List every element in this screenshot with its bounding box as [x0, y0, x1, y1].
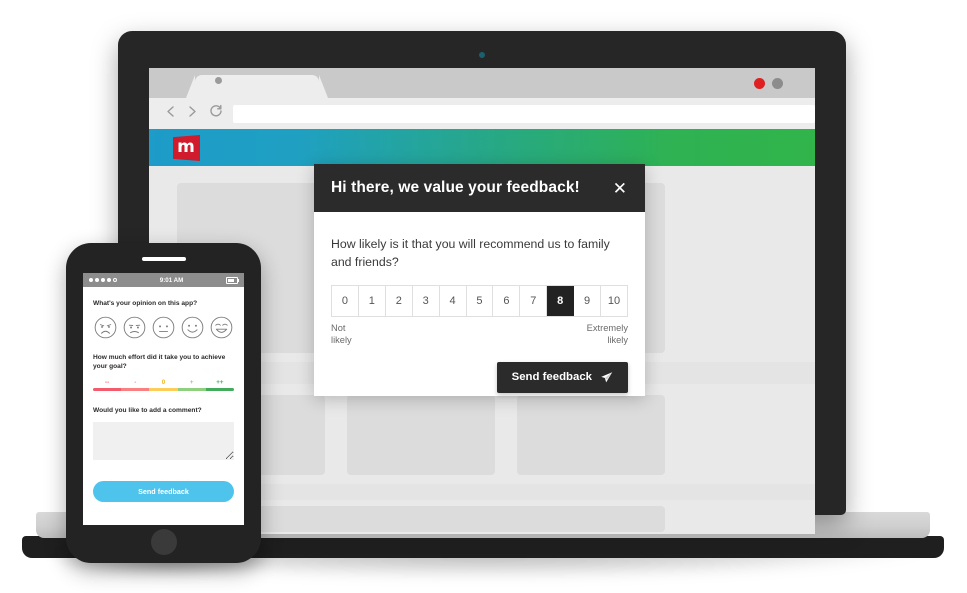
window-controls: [754, 78, 801, 89]
nps-option-7[interactable]: 7: [520, 285, 548, 316]
nps-option-2[interactable]: 2: [385, 285, 413, 316]
paper-plane-icon: [601, 372, 613, 383]
content-placeholder-block: [517, 395, 665, 475]
browser-titlebar: [149, 68, 815, 98]
nps-option-1[interactable]: 1: [358, 285, 386, 316]
phone-screen: 9:01 AM What's your opinion on this app?: [83, 273, 244, 525]
phone-device: 9:01 AM What's your opinion on this app?: [66, 243, 261, 563]
comment-textarea[interactable]: [93, 422, 234, 461]
modal-body: How likely is it that you will recommend…: [314, 212, 645, 393]
phone-question-opinion: What's your opinion on this app?: [93, 300, 198, 307]
phone-send-feedback-button[interactable]: Send feedback: [93, 481, 234, 503]
site-logo-letter: m: [177, 137, 195, 157]
webcam-icon: [479, 52, 485, 58]
nps-legend-low-line1: Not: [331, 322, 346, 333]
signal-dots-icon: [89, 278, 117, 282]
reload-icon[interactable]: [209, 104, 223, 118]
site-header: m: [149, 129, 815, 166]
feedback-modal: Hi there, we value your feedback! ✕ How …: [314, 164, 645, 396]
send-feedback-button[interactable]: Send feedback: [496, 361, 628, 393]
nps-option-5[interactable]: 5: [466, 285, 494, 316]
phone-status-bar: 9:01 AM: [83, 273, 244, 287]
content-placeholder-block: [347, 395, 495, 475]
nps-legend-high-line2: likely: [607, 334, 628, 345]
phone-survey: What's your opinion on this app? How muc…: [83, 287, 244, 503]
nps-option-4[interactable]: 4: [439, 285, 467, 316]
phone-home-button[interactable]: [150, 529, 177, 555]
site-logo[interactable]: m: [173, 135, 200, 161]
effort-scale-bar[interactable]: [93, 387, 234, 391]
nps-legend-high-line1: Extremely: [586, 322, 628, 333]
nps-option-9[interactable]: 9: [574, 285, 602, 316]
close-icon[interactable]: ✕: [613, 180, 627, 197]
nps-scale: 0 1 2 3 4 5 6 7 8 9 10: [331, 284, 628, 317]
face-neutral-icon[interactable]: [152, 316, 175, 339]
chevron-right-icon[interactable]: [187, 105, 198, 118]
effort-scale: -- - 0 + ++: [93, 379, 234, 391]
phone-question-comment: Would you like to add a comment?: [93, 406, 202, 414]
browser-toolbar: [149, 98, 815, 129]
modal-actions: Send feedback: [331, 361, 628, 393]
browser-nav-icons: [165, 104, 223, 118]
phone-speaker: [141, 257, 186, 261]
battery-icon: [226, 276, 239, 284]
face-very-sad-icon[interactable]: [94, 316, 117, 339]
modal-title: Hi there, we value your feedback!: [331, 179, 580, 196]
face-sad-icon[interactable]: [123, 316, 146, 339]
phone-question-effort: How much effort did it take you to achie…: [93, 353, 226, 371]
face-very-happy-icon[interactable]: [210, 316, 233, 339]
effort-scale-labels: -- - 0 + ++: [93, 379, 234, 386]
effort-label-minus-minus[interactable]: --: [93, 379, 121, 386]
address-bar[interactable]: [233, 105, 815, 123]
scene: m Hi there, we value your feedback! ✕ Ho…: [0, 0, 967, 593]
tab-favicon-icon: [215, 77, 222, 84]
nps-legend-high: Extremely likely: [587, 322, 628, 346]
phone-status-time: 9:01 AM: [159, 276, 184, 284]
effort-label-plus[interactable]: +: [178, 379, 206, 386]
face-happy-icon[interactable]: [181, 316, 204, 339]
nps-option-8-selected[interactable]: 8: [547, 285, 575, 316]
window-close-button[interactable]: [754, 78, 765, 89]
effort-label-minus[interactable]: -: [121, 379, 149, 386]
effort-label-plus-plus[interactable]: ++: [206, 379, 234, 386]
window-maximize-button[interactable]: [790, 78, 801, 89]
nps-legend: Not likely Extremely likely: [331, 322, 628, 346]
nps-question: How likely is it that you will recommend…: [331, 237, 610, 269]
nps-option-6[interactable]: 6: [493, 285, 521, 316]
nps-legend-low: Not likely: [331, 322, 352, 346]
send-feedback-label: Send feedback: [511, 371, 592, 384]
nps-option-3[interactable]: 3: [412, 285, 440, 316]
nps-legend-low-line2: likely: [331, 334, 352, 345]
browser-tab[interactable]: [195, 75, 319, 98]
window-minimize-button[interactable]: [772, 78, 783, 89]
nps-option-0[interactable]: 0: [332, 285, 359, 316]
effort-label-zero[interactable]: 0: [149, 379, 177, 386]
modal-header: Hi there, we value your feedback! ✕: [314, 164, 645, 212]
nps-option-10[interactable]: 10: [601, 285, 628, 316]
chevron-left-icon[interactable]: [165, 105, 176, 118]
emoji-rating: [93, 316, 234, 339]
